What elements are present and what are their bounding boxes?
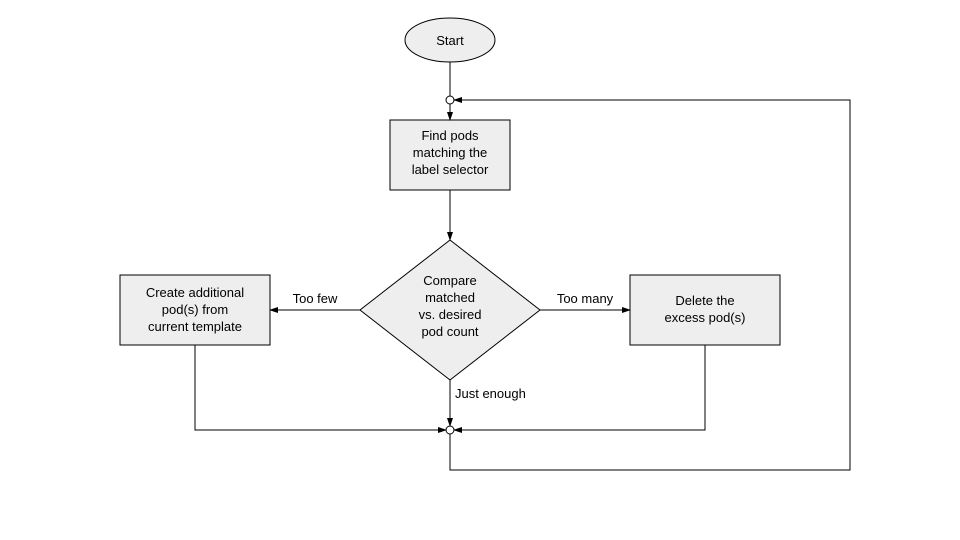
process-find-line3: label selector <box>412 162 489 177</box>
process-create-line3: current template <box>148 319 242 334</box>
terminator-start-label: Start <box>436 33 464 48</box>
process-delete-line1: Delete the <box>675 293 734 308</box>
decision-line2: matched <box>425 290 475 305</box>
decision-line3: vs. desired <box>419 307 482 322</box>
edge-just-enough-label: Just enough <box>455 386 526 401</box>
process-create-line2: pod(s) from <box>162 302 228 317</box>
decision-line4: pod count <box>421 324 478 339</box>
edge-too-few-label: Too few <box>293 291 338 306</box>
process-find-line2: matching the <box>413 145 487 160</box>
edge-too-many-label: Too many <box>557 291 614 306</box>
junction-bottom <box>446 426 454 434</box>
decision-line1: Compare <box>423 273 476 288</box>
junction-top <box>446 96 454 104</box>
process-create-line1: Create additional <box>146 285 244 300</box>
process-delete-line2: excess pod(s) <box>665 310 746 325</box>
process-find-line1: Find pods <box>421 128 479 143</box>
edge-create-merge <box>195 345 446 430</box>
